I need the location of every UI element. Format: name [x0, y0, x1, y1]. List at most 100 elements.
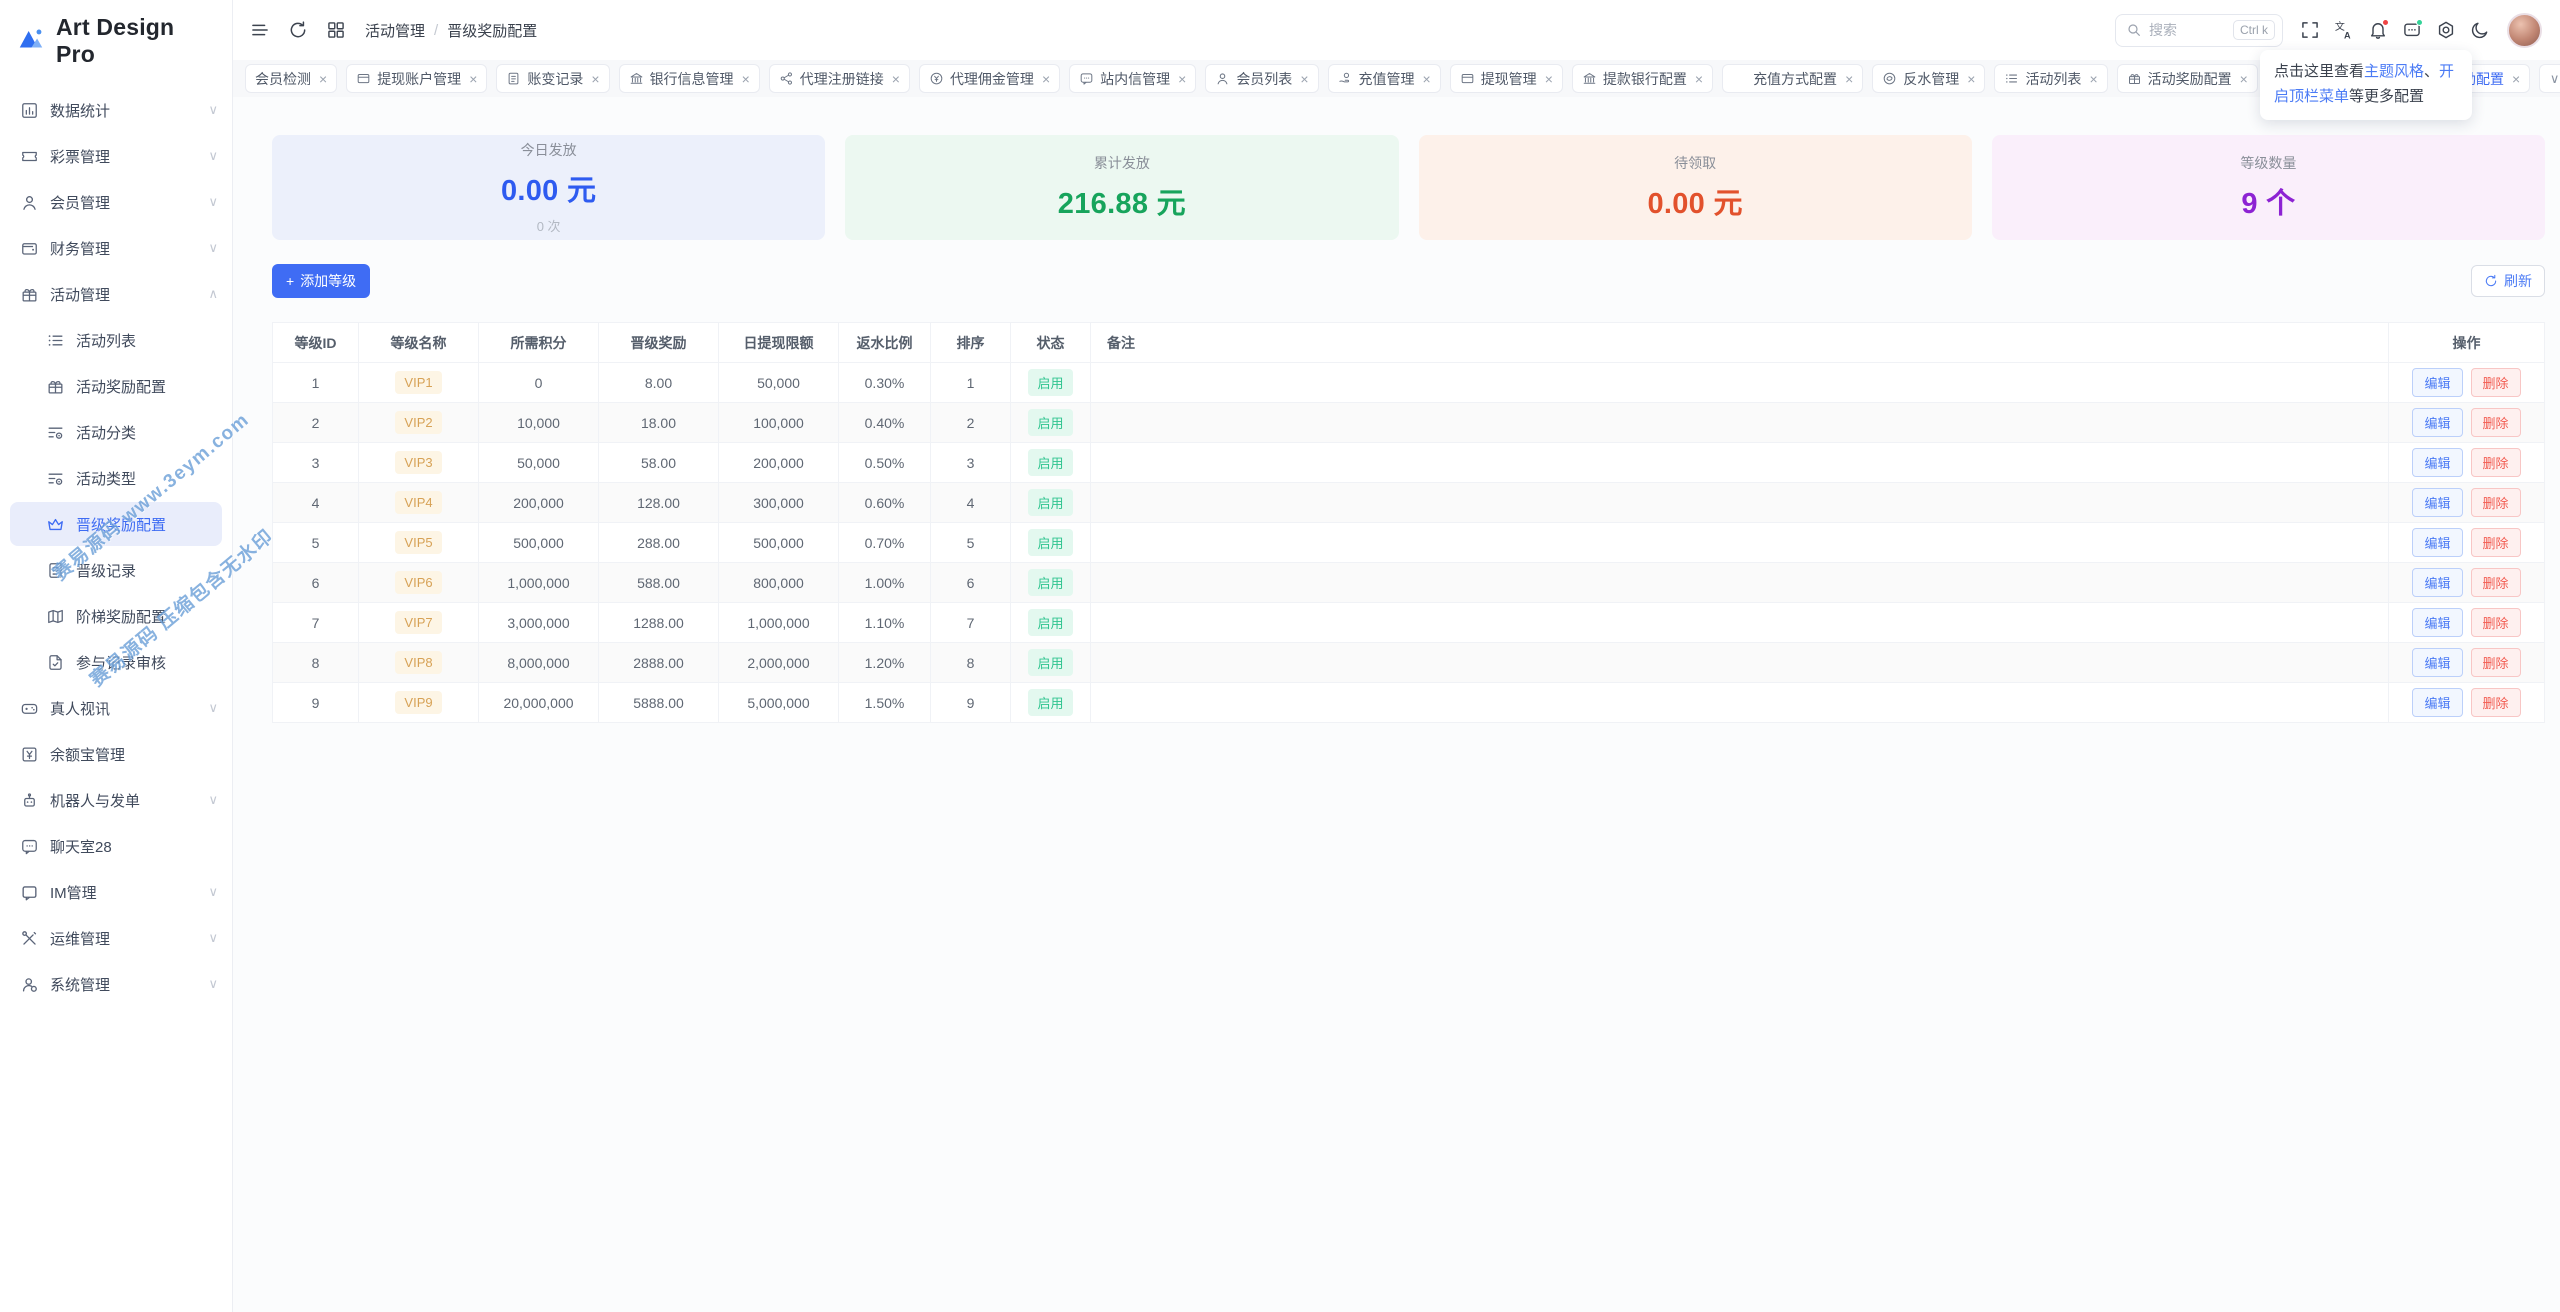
delete-button[interactable]: 删除 — [2471, 488, 2521, 517]
close-icon[interactable]: × — [742, 71, 750, 87]
edit-button[interactable]: 编辑 — [2412, 408, 2462, 437]
tabs-more-button[interactable]: ∨ — [2539, 64, 2560, 93]
sidebar-item-真人视讯[interactable]: 真人视讯∨ — [0, 686, 232, 730]
close-icon[interactable]: × — [1967, 71, 1975, 87]
sidebar-item-活动类型[interactable]: 活动类型 — [0, 456, 232, 500]
close-icon[interactable]: × — [2240, 71, 2248, 87]
edit-button[interactable]: 编辑 — [2412, 528, 2462, 557]
edit-button[interactable]: 编辑 — [2412, 448, 2462, 477]
delete-button[interactable]: 删除 — [2471, 688, 2521, 717]
close-icon[interactable]: × — [591, 71, 599, 87]
sidebar-item-参与记录审核[interactable]: 参与记录审核 — [0, 640, 232, 684]
gift-icon — [46, 377, 65, 396]
delete-button[interactable]: 删除 — [2471, 448, 2521, 477]
sidebar-item-晋级记录[interactable]: 晋级记录 — [0, 548, 232, 592]
refresh-table-button[interactable]: 刷新 — [2471, 265, 2545, 297]
close-icon[interactable]: × — [1300, 71, 1308, 87]
stat-label: 待领取 — [1674, 153, 1716, 173]
sidebar-item-阶梯奖励配置[interactable]: 阶梯奖励配置 — [0, 594, 232, 638]
tab-充值方式配置[interactable]: 充值方式配置× — [1722, 64, 1863, 93]
apps-grid-icon[interactable] — [319, 13, 353, 47]
tab-银行信息管理[interactable]: 银行信息管理× — [619, 64, 760, 93]
tab-站内信管理[interactable]: 站内信管理× — [1069, 64, 1196, 93]
user-icon — [1215, 71, 1230, 86]
edit-button[interactable]: 编辑 — [2412, 608, 2462, 637]
reload-page-icon[interactable] — [281, 13, 315, 47]
settings-icon[interactable] — [2429, 13, 2463, 47]
close-icon[interactable]: × — [1545, 71, 1553, 87]
bell-icon[interactable] — [2361, 13, 2395, 47]
theme-style-link[interactable]: 主题风格 — [2364, 63, 2424, 80]
message-icon[interactable] — [2395, 13, 2429, 47]
edit-button[interactable]: 编辑 — [2412, 688, 2462, 717]
tab-提现管理[interactable]: 提现管理× — [1450, 64, 1563, 93]
sidebar-item-IM管理[interactable]: IM管理∨ — [0, 870, 232, 914]
close-icon[interactable]: × — [1423, 71, 1431, 87]
close-icon[interactable]: × — [892, 71, 900, 87]
add-level-button[interactable]: + 添加等级 — [272, 264, 370, 298]
sidebar-item-数据统计[interactable]: 数据统计∨ — [0, 88, 232, 132]
sidebar-item-活动管理[interactable]: 活动管理∧ — [0, 272, 232, 316]
moon-icon[interactable] — [2463, 13, 2497, 47]
edit-button[interactable]: 编辑 — [2412, 568, 2462, 597]
tab-活动列表[interactable]: 活动列表× — [1994, 64, 2107, 93]
sidebar-item-活动奖励配置[interactable]: 活动奖励配置 — [0, 364, 232, 408]
sidebar-item-晋级奖励配置[interactable]: 晋级奖励配置 — [10, 502, 222, 546]
sidebar-item-会员管理[interactable]: 会员管理∨ — [0, 180, 232, 224]
app-logo[interactable]: Art Design Pro — [0, 0, 232, 78]
sidebar-item-彩票管理[interactable]: 彩票管理∨ — [0, 134, 232, 178]
level-name-badge: VIP5 — [395, 531, 441, 554]
edit-button[interactable]: 编辑 — [2412, 648, 2462, 677]
close-icon[interactable]: × — [1695, 71, 1703, 87]
sidebar-item-机器人与发单[interactable]: 机器人与发单∨ — [0, 778, 232, 822]
tab-代理佣金管理[interactable]: 代理佣金管理× — [919, 64, 1060, 93]
sidebar-item-聊天室28[interactable]: 聊天室28 — [0, 824, 232, 868]
sidebar-item-余额宝管理[interactable]: 余额宝管理 — [0, 732, 232, 776]
tab-充值管理[interactable]: 充值管理× — [1328, 64, 1441, 93]
tab-提现账户管理[interactable]: 提现账户管理× — [346, 64, 487, 93]
delete-button[interactable]: 删除 — [2471, 648, 2521, 677]
table-row: 6VIP61,000,000588.00800,0001.00%6启用编辑删除 — [273, 563, 2545, 603]
delete-button[interactable]: 删除 — [2471, 608, 2521, 637]
edit-button[interactable]: 编辑 — [2412, 488, 2462, 517]
tab-会员列表[interactable]: 会员列表× — [1205, 64, 1318, 93]
search-input[interactable]: 搜索 Ctrl k — [2115, 14, 2283, 47]
reward-cell: 588.00 — [599, 563, 719, 603]
translate-icon[interactable] — [2327, 13, 2361, 47]
level-name-badge: VIP4 — [395, 491, 441, 514]
tab-账变记录[interactable]: 账变记录× — [496, 64, 609, 93]
tab-活动奖励配置[interactable]: 活动奖励配置× — [2117, 64, 2258, 93]
tab-代理注册链接[interactable]: 代理注册链接× — [769, 64, 910, 93]
sidebar-item-label: 活动管理 — [50, 284, 208, 305]
tab-会员检测[interactable]: 会员检测× — [245, 64, 337, 93]
status-cell: 启用 — [1011, 403, 1091, 443]
rebate-cell: 1.00% — [839, 563, 931, 603]
level-name-cell: VIP2 — [359, 403, 479, 443]
close-icon[interactable]: × — [2089, 71, 2097, 87]
sidebar-item-财务管理[interactable]: 财务管理∨ — [0, 226, 232, 270]
close-icon[interactable]: × — [1042, 71, 1050, 87]
sidebar-item-活动分类[interactable]: 活动分类 — [0, 410, 232, 454]
delete-button[interactable]: 删除 — [2471, 408, 2521, 437]
hamburger-menu-icon[interactable] — [243, 13, 277, 47]
fullscreen-icon[interactable] — [2293, 13, 2327, 47]
delete-button[interactable]: 删除 — [2471, 528, 2521, 557]
sidebar-item-活动列表[interactable]: 活动列表 — [0, 318, 232, 362]
delete-button[interactable]: 删除 — [2471, 368, 2521, 397]
tab-提款银行配置[interactable]: 提款银行配置× — [1572, 64, 1713, 93]
card-icon — [1460, 71, 1475, 86]
breadcrumb-section[interactable]: 活动管理 — [365, 20, 425, 41]
close-icon[interactable]: × — [1845, 71, 1853, 87]
sidebar-item-运维管理[interactable]: 运维管理∨ — [0, 916, 232, 960]
rebate-cell: 1.50% — [839, 683, 931, 723]
close-icon[interactable]: × — [1178, 71, 1186, 87]
tab-反水管理[interactable]: 反水管理× — [1872, 64, 1985, 93]
delete-button[interactable]: 删除 — [2471, 568, 2521, 597]
avatar[interactable] — [2507, 13, 2542, 48]
close-icon[interactable]: × — [469, 71, 477, 87]
close-icon[interactable]: × — [319, 71, 327, 87]
sidebar-item-系统管理[interactable]: 系统管理∨ — [0, 962, 232, 1006]
close-icon[interactable]: × — [2512, 71, 2520, 87]
remark-cell — [1091, 683, 2389, 723]
edit-button[interactable]: 编辑 — [2412, 368, 2462, 397]
